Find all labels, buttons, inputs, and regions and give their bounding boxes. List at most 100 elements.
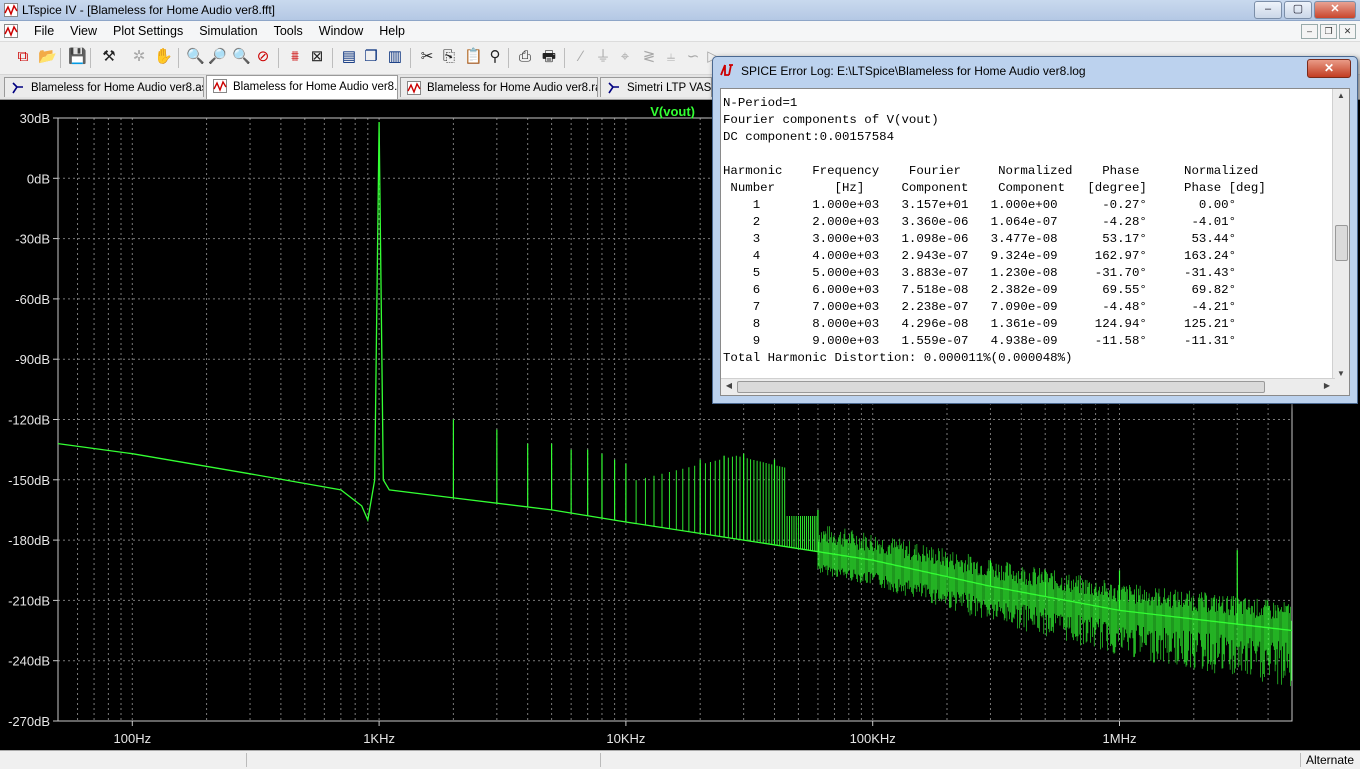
zoom-cancel-icon[interactable]: ⊘ — [254, 48, 272, 66]
waveform-icon — [407, 81, 421, 95]
paste-icon[interactable]: 📋 — [464, 48, 483, 66]
ltspice-logo-icon — [720, 64, 733, 76]
cut-icon[interactable]: ✂ — [418, 48, 436, 66]
tab-label: Simetri LTP VAS.asc — [627, 82, 712, 94]
schematic-icon — [608, 82, 619, 94]
scroll-right-icon[interactable]: ▶ — [1320, 379, 1334, 393]
error-log-line: Fourier components of V(vout) — [723, 113, 939, 127]
autorange-icon[interactable]: ⩩ — [286, 48, 304, 66]
zoom-in-icon[interactable]: 🔍 — [186, 48, 205, 66]
error-log-line: Harmonic Frequency Fourier Normalized Ph… — [723, 164, 1259, 178]
copy-icon[interactable]: ⎘ — [440, 48, 458, 66]
y-tick-label: 30dB — [20, 111, 50, 126]
mdi-restore-button[interactable]: ❐ — [1320, 24, 1337, 39]
tab-fft[interactable]: Blameless for Home Audio ver8.fft — [206, 75, 398, 99]
error-log-line — [723, 146, 1335, 163]
document-icon[interactable] — [4, 24, 18, 38]
open-icon[interactable]: 📂 — [38, 48, 57, 66]
status-divider — [600, 753, 601, 767]
tab-label: Blameless for Home Audio ver8.asc — [31, 82, 204, 94]
menu-help[interactable]: Help — [371, 24, 413, 38]
y-tick-label: -270dB — [8, 714, 50, 729]
print-icon[interactable]: 🖶 — [540, 48, 558, 66]
tab-raw[interactable]: Blameless for Home Audio ver8.raw — [400, 77, 598, 97]
label-icon[interactable]: ⌖ — [616, 48, 634, 66]
y-tick-label: -30dB — [15, 232, 50, 247]
error-log-line: 5 5.000e+03 3.883e-07 1.230e-08 -31.70° … — [723, 266, 1237, 280]
status-bar: Alternate — [0, 750, 1360, 769]
y-tick-label: -240dB — [8, 654, 50, 669]
resistor-icon[interactable]: ≷ — [640, 48, 658, 66]
toolbar-separator — [60, 48, 61, 68]
find-icon[interactable]: ⚲ — [486, 48, 504, 66]
waveform-icon — [213, 79, 227, 93]
error-log-title-bar[interactable]: SPICE Error Log: E:\LTSpice\Blameless fo… — [713, 57, 1357, 83]
error-log-text: N-Period=1 Fourier components of V(vout) D… — [723, 95, 1335, 371]
error-log-line: 8 8.000e+03 4.296e-08 1.361e-09 124.94° … — [723, 317, 1237, 331]
window-minimize-button[interactable]: – — [1254, 1, 1282, 19]
error-log-line: 6 6.000e+03 7.518e-08 2.382e-09 69.55° 6… — [723, 283, 1237, 297]
toolbar-separator — [564, 48, 565, 68]
horizontal-scrollbar[interactable]: ◀ ▶ — [721, 378, 1335, 395]
autoscale-icon[interactable]: ⊠ — [308, 48, 326, 66]
menu-simulation[interactable]: Simulation — [191, 24, 265, 38]
x-tick-label: 1KHz — [363, 731, 395, 746]
error-log-line: 4 4.000e+03 2.943e-07 9.324e-09 162.97° … — [723, 249, 1237, 263]
mdi-close-button[interactable]: ✕ — [1339, 24, 1356, 39]
new-schematic-icon[interactable]: ⧉ — [14, 48, 32, 66]
y-tick-label: -180dB — [8, 533, 50, 548]
error-log-close-button[interactable]: ✕ — [1307, 59, 1351, 78]
error-log-content[interactable]: N-Period=1 Fourier components of V(vout) D… — [720, 88, 1350, 396]
tile-horizontal-icon[interactable]: ▤ — [340, 48, 358, 66]
zoom-area-icon[interactable]: 🔎 — [208, 48, 227, 66]
capacitor-icon[interactable]: ⫨ — [662, 48, 680, 66]
menu-tools[interactable]: Tools — [266, 24, 311, 38]
save-icon[interactable]: 💾 — [68, 48, 87, 66]
scroll-up-icon[interactable]: ▲ — [1334, 89, 1348, 103]
print-preview-icon[interactable]: ⎙ — [516, 48, 534, 66]
menu-window[interactable]: Window — [311, 24, 371, 38]
x-tick-label: 100KHz — [850, 731, 896, 746]
error-log-line: 7 7.000e+03 2.238e-07 7.090e-09 -4.48° -… — [723, 300, 1237, 314]
error-log-title: SPICE Error Log: E:\LTSpice\Blameless fo… — [741, 64, 1086, 78]
error-log-line: Total Harmonic Distortion: 0.000011%(0.0… — [723, 351, 1073, 365]
spice-error-log-window[interactable]: SPICE Error Log: E:\LTSpice\Blameless fo… — [712, 56, 1358, 404]
zoom-out-icon[interactable]: 🔍 — [232, 48, 251, 66]
menu-view[interactable]: View — [62, 24, 105, 38]
halt-icon[interactable]: ✋ — [154, 48, 173, 66]
toolbar-separator — [178, 48, 179, 68]
y-tick-label: -150dB — [8, 473, 50, 488]
inductor-icon[interactable]: ∽ — [684, 48, 702, 66]
tab-label: Blameless for Home Audio ver8.raw — [427, 82, 598, 94]
tab-simetri[interactable]: Simetri LTP VAS.asc — [600, 77, 712, 97]
scroll-left-icon[interactable]: ◀ — [722, 379, 736, 393]
ground-icon[interactable]: ⏚ — [594, 48, 612, 66]
window-close-button[interactable]: ✕ — [1314, 1, 1356, 19]
trace-label-vout: V(vout) — [650, 104, 695, 119]
title-bar: LTspice IV - [Blameless for Home Audio v… — [0, 0, 1360, 21]
tab-schematic[interactable]: Blameless for Home Audio ver8.asc — [4, 77, 204, 97]
control-panel-icon[interactable]: ⚒ — [100, 48, 118, 66]
toolbar-separator — [332, 48, 333, 68]
tab-label: Blameless for Home Audio ver8.fft — [233, 81, 398, 93]
toolbar-separator — [90, 48, 91, 68]
y-tick-label: -60dB — [15, 292, 50, 307]
schematic-icon — [12, 82, 23, 94]
tile-vertical-icon[interactable]: ▥ — [386, 48, 404, 66]
menu-bar: File View Plot Settings Simulation Tools… — [0, 21, 1360, 42]
window-maximize-button[interactable]: ▢ — [1284, 1, 1312, 19]
wire-icon[interactable]: ∕ — [572, 48, 590, 66]
vertical-scroll-thumb[interactable] — [1335, 225, 1348, 261]
mdi-minimize-button[interactable]: – — [1301, 24, 1318, 39]
x-tick-label: 1MHz — [1103, 731, 1137, 746]
menu-plot-settings[interactable]: Plot Settings — [105, 24, 191, 38]
error-log-line: 1 1.000e+03 3.157e+01 1.000e+00 -0.27° 0… — [723, 198, 1237, 212]
run-icon[interactable]: ✲ — [130, 48, 148, 66]
menu-file[interactable]: File — [26, 24, 62, 38]
horizontal-scroll-thumb[interactable] — [737, 381, 1265, 393]
cascade-icon[interactable]: ❐ — [362, 48, 380, 66]
trace-vout-noise-floor — [817, 526, 1292, 687]
y-tick-label: -120dB — [8, 413, 50, 428]
error-log-line: 3 3.000e+03 1.098e-06 3.477e-08 53.17° 5… — [723, 232, 1237, 246]
vertical-scrollbar[interactable]: ▲ ▼ — [1332, 89, 1349, 381]
